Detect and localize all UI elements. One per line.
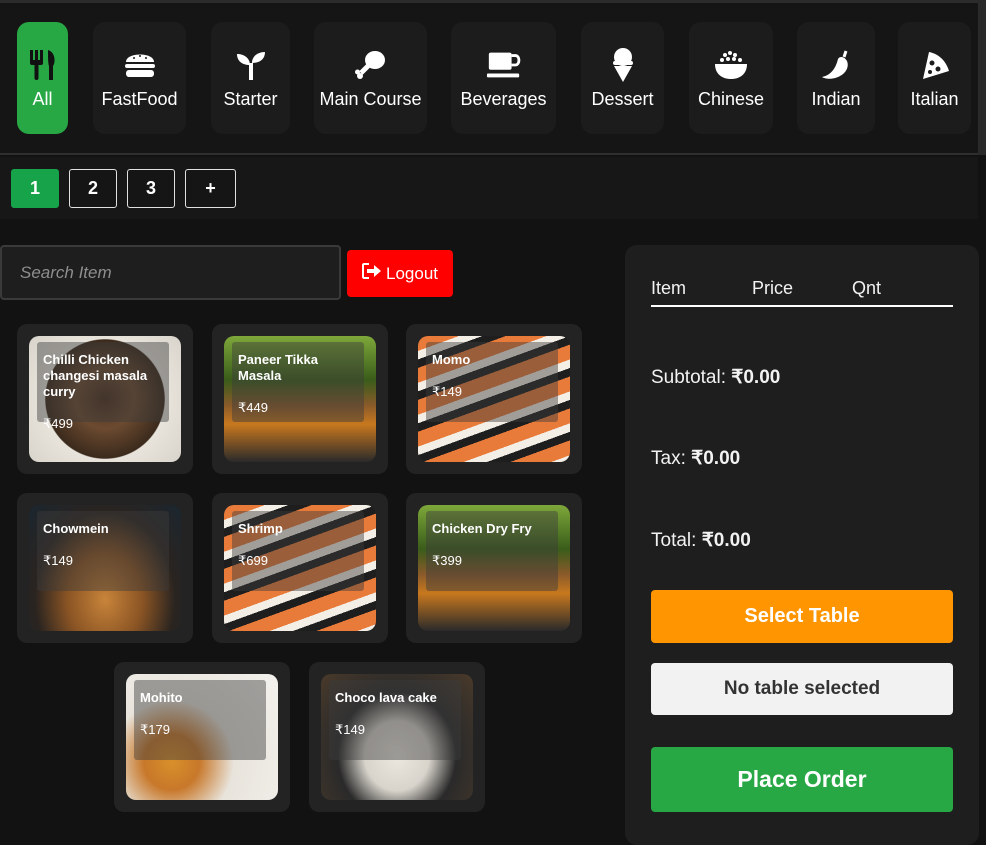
food-image: Shrimp ₹699 [224, 505, 376, 631]
item-name: Chicken Dry Fry [432, 521, 532, 536]
logout-button[interactable]: Logout [347, 250, 453, 297]
bowl-rice-icon [713, 47, 749, 83]
logout-label: Logout [386, 263, 438, 283]
category-label: All [32, 88, 53, 109]
utensils-icon [25, 47, 61, 83]
search-input[interactable] [0, 245, 341, 300]
item-name: Choco lava cake [335, 690, 437, 705]
category-label: Dessert [591, 88, 654, 109]
tax-row: Tax: ₹0.00 [651, 447, 740, 470]
category-label: FastFood [101, 88, 178, 109]
total-row: Total: ₹0.00 [651, 529, 751, 552]
item-price: ₹149 [43, 553, 73, 568]
column-header-item: Item [651, 278, 687, 298]
burger-icon [122, 47, 158, 83]
item-price: ₹699 [238, 553, 268, 568]
category-fastfood[interactable]: FastFood [93, 22, 186, 134]
category-all[interactable]: All [17, 22, 68, 134]
category-label: Indian [811, 88, 861, 109]
category-label: Main Course [319, 88, 422, 109]
category-chinese[interactable]: Chinese [689, 22, 773, 134]
page-tab-3[interactable]: 3 [127, 169, 175, 208]
category-italian[interactable]: Italian [898, 22, 971, 134]
food-image: Chicken Dry Fry ₹399 [418, 505, 570, 631]
table-status: No table selected [651, 663, 953, 715]
total-label: Total: [651, 530, 697, 551]
item-name: Shrimp [238, 521, 283, 536]
subtotal-value: ₹0.00 [731, 367, 781, 388]
menu-item-card[interactable]: Mohito ₹179 [114, 662, 290, 812]
add-page-button[interactable]: + [185, 169, 236, 208]
column-header-price: Price [752, 278, 794, 298]
category-label: Chinese [697, 88, 765, 109]
item-name: Chilli Chicken changesi masala curry [43, 352, 148, 399]
item-name: Paneer Tikka Masala [238, 352, 318, 383]
total-value: ₹0.00 [701, 530, 751, 551]
category-label: Beverages [460, 88, 547, 109]
category-dessert[interactable]: Dessert [581, 22, 664, 134]
tax-value: ₹0.00 [691, 448, 741, 469]
food-image: Paneer Tikka Masala ₹449 [224, 336, 376, 462]
item-name: Mohito [140, 690, 183, 705]
menu-item-card[interactable]: Chowmein ₹149 [17, 493, 193, 643]
logout-icon [362, 263, 382, 284]
drumstick-icon [353, 47, 389, 83]
header-divider [651, 305, 953, 307]
category-main-course[interactable]: Main Course [314, 22, 427, 134]
food-image: Choco lava cake ₹149 [321, 674, 473, 800]
column-header-quantity: Qnt [852, 278, 882, 298]
tax-label: Tax: [651, 448, 686, 469]
item-price: ₹149 [432, 384, 462, 399]
item-price: ₹179 [140, 722, 170, 737]
food-image: Chowmein ₹149 [29, 505, 181, 631]
seedling-icon [233, 47, 269, 83]
menu-item-card[interactable]: Paneer Tikka Masala ₹449 [212, 324, 388, 474]
category-starter[interactable]: Starter [211, 22, 290, 134]
pizza-icon [917, 47, 953, 83]
ice-cream-icon [605, 47, 641, 83]
food-image: Chilli Chicken changesi masala curry ₹49… [29, 336, 181, 462]
scrollbar[interactable] [978, 0, 986, 155]
pepper-icon [818, 47, 854, 83]
item-price: ₹149 [335, 722, 365, 737]
menu-item-card[interactable]: Choco lava cake ₹149 [309, 662, 485, 812]
item-price: ₹499 [43, 416, 73, 431]
menu-item-card[interactable]: Chicken Dry Fry ₹399 [406, 493, 582, 643]
category-label: Starter [223, 88, 278, 109]
menu-item-card[interactable]: Chilli Chicken changesi masala curry ₹49… [17, 324, 193, 474]
category-label: Italian [910, 88, 959, 109]
subtotal-row: Subtotal: ₹0.00 [651, 366, 780, 389]
category-indian[interactable]: Indian [797, 22, 875, 134]
food-image: Mohito ₹179 [126, 674, 278, 800]
subtotal-label: Subtotal: [651, 367, 726, 388]
select-table-button[interactable]: Select Table [651, 590, 953, 643]
item-price: ₹399 [432, 553, 462, 568]
menu-item-card[interactable]: Momo ₹149 [406, 324, 582, 474]
item-price: ₹449 [238, 400, 268, 415]
item-name: Chowmein [43, 521, 109, 536]
place-order-button[interactable]: Place Order [651, 747, 953, 812]
item-name: Momo [432, 352, 471, 367]
menu-item-card[interactable]: Shrimp ₹699 [212, 493, 388, 643]
category-beverages[interactable]: Beverages [451, 22, 556, 134]
page-tab-2[interactable]: 2 [69, 169, 117, 208]
mug-icon [486, 47, 522, 83]
page-tab-1[interactable]: 1 [11, 169, 59, 208]
food-image: Momo ₹149 [418, 336, 570, 462]
